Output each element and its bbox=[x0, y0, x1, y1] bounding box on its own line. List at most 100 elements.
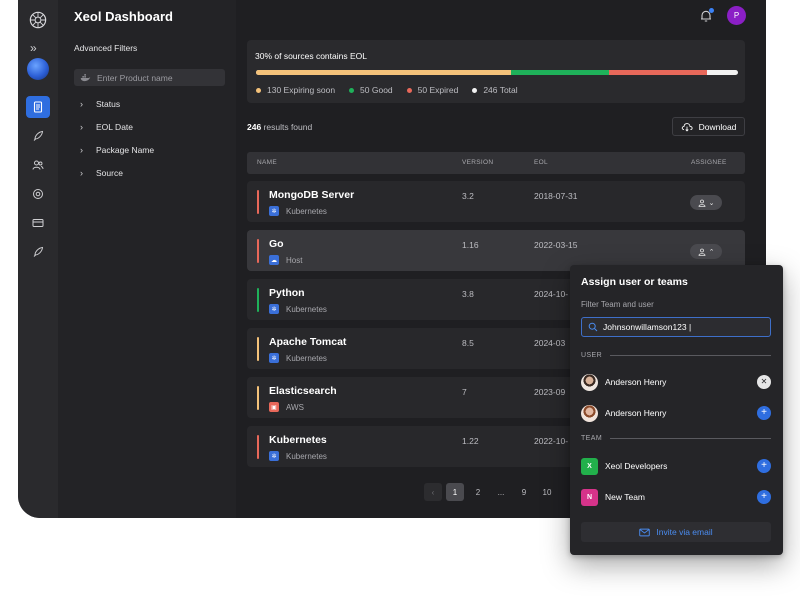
user-avatar bbox=[581, 404, 598, 422]
status-accent bbox=[257, 435, 259, 459]
eol-cell: 2022-03-15 bbox=[534, 240, 578, 250]
docker-icon bbox=[80, 73, 91, 81]
pagination-page-9[interactable]: 9 bbox=[515, 483, 533, 501]
nav-targets[interactable] bbox=[26, 183, 50, 205]
legend-dot bbox=[472, 87, 478, 93]
user-entry[interactable]: Anderson Henry + bbox=[581, 404, 771, 422]
status-accent bbox=[257, 386, 259, 410]
search-icon bbox=[588, 322, 598, 332]
platform-label: AWS bbox=[286, 402, 304, 412]
section-label: TEAM bbox=[581, 435, 603, 442]
eol-progress-bar bbox=[256, 70, 738, 75]
add-team-icon[interactable]: + bbox=[757, 459, 771, 473]
user-icon bbox=[698, 248, 705, 256]
column-header-eol: EOL bbox=[534, 159, 548, 166]
platform: ✲ Kubernetes bbox=[269, 353, 327, 363]
status-accent bbox=[257, 190, 259, 214]
pagination-page-2[interactable]: 2 bbox=[469, 483, 487, 501]
filter-label: Package Name bbox=[96, 145, 155, 155]
team-user-search-input[interactable]: Johnsonwillamson123 | bbox=[581, 317, 771, 337]
notifications-button[interactable] bbox=[699, 7, 714, 23]
download-button[interactable]: Download bbox=[672, 117, 745, 136]
add-team-icon[interactable]: + bbox=[757, 490, 771, 504]
user-name: Anderson Henry bbox=[605, 377, 667, 387]
summary-headline: 30% of sources contains EOL bbox=[255, 51, 367, 61]
pagination-page-1[interactable]: 1 bbox=[446, 483, 464, 501]
assign-button[interactable]: ⌃ bbox=[690, 244, 722, 259]
advanced-filters-heading: Advanced Filters bbox=[74, 43, 138, 53]
user-avatar bbox=[581, 373, 598, 391]
platform-label: Kubernetes bbox=[286, 206, 327, 216]
filter-eol-date[interactable]: › EOL Date bbox=[80, 122, 133, 132]
nav-deployments[interactable] bbox=[26, 125, 50, 147]
table-header: NAME VERSION EOL ASSIGNEE bbox=[247, 152, 745, 174]
package-name: Go bbox=[269, 238, 284, 250]
section-label: USER bbox=[581, 352, 603, 359]
kubernetes-icon: ✲ bbox=[269, 353, 279, 363]
team-entry[interactable]: N New Team + bbox=[581, 488, 771, 506]
filter-status[interactable]: › Status bbox=[80, 99, 120, 109]
cloud-download-icon bbox=[681, 122, 693, 131]
download-label: Download bbox=[698, 121, 737, 132]
kubernetes-icon: ✲ bbox=[269, 451, 279, 461]
rocket-icon bbox=[33, 246, 44, 257]
legend-expired: 50 Expired bbox=[406, 85, 458, 95]
assign-button[interactable]: ⌄ bbox=[690, 195, 722, 210]
legend-dot bbox=[349, 87, 355, 93]
legend-good: 50 Good bbox=[349, 85, 393, 95]
platform-label: Host bbox=[286, 255, 303, 265]
nav-users[interactable] bbox=[26, 154, 50, 176]
version-cell: 1.16 bbox=[462, 240, 479, 250]
chevron-down-icon: ⌄ bbox=[708, 199, 715, 207]
pagination-prev[interactable]: ‹ bbox=[424, 483, 442, 501]
results-suffix: results found bbox=[261, 122, 313, 132]
add-user-icon[interactable]: + bbox=[757, 406, 771, 420]
chevron-right-icon: › bbox=[80, 168, 83, 178]
platform: ✲ Kubernetes bbox=[269, 206, 327, 216]
package-name: MongoDB Server bbox=[269, 189, 355, 201]
version-cell: 3.2 bbox=[462, 191, 474, 201]
invite-label: Invite via email bbox=[656, 527, 713, 537]
package-name: Kubernetes bbox=[269, 434, 327, 446]
search-value: Johnsonwillamson123 | bbox=[603, 322, 692, 332]
version-cell: 3.8 bbox=[462, 289, 474, 299]
team-avatar: X bbox=[581, 457, 598, 475]
kubernetes-icon: ✲ bbox=[269, 304, 279, 314]
topbar-actions: P bbox=[699, 6, 746, 25]
user-section-header: USER bbox=[581, 352, 771, 359]
platform: ✲ Kubernetes bbox=[269, 451, 327, 461]
workspace-avatar[interactable] bbox=[27, 58, 49, 80]
document-icon bbox=[33, 101, 43, 113]
invite-via-email-button[interactable]: Invite via email bbox=[581, 522, 771, 542]
user-entry[interactable]: Anderson Henry ✕ bbox=[581, 373, 771, 391]
remove-user-icon[interactable]: ✕ bbox=[757, 375, 771, 389]
team-section-header: TEAM bbox=[581, 435, 771, 442]
eol-bar-segment bbox=[608, 70, 707, 75]
eol-bar-segment bbox=[510, 70, 609, 75]
nav-documents[interactable] bbox=[26, 96, 50, 118]
table-row[interactable]: MongoDB Server ✲ Kubernetes 3.2 2018-07-3… bbox=[247, 181, 745, 222]
filter-label: Filter Team and user bbox=[581, 300, 654, 309]
target-icon bbox=[33, 189, 43, 199]
platform: ▣ AWS bbox=[269, 402, 304, 412]
status-accent bbox=[257, 239, 259, 263]
package-name: Apache Tomcat bbox=[269, 336, 347, 348]
product-name-input[interactable]: Enter Product name bbox=[74, 69, 225, 86]
results-count: 246 results found bbox=[247, 122, 312, 132]
legend-label: 50 Good bbox=[360, 85, 393, 95]
platform-label: Kubernetes bbox=[286, 353, 327, 363]
nav-billing[interactable] bbox=[26, 212, 50, 234]
team-name: New Team bbox=[605, 492, 645, 502]
status-accent bbox=[257, 288, 259, 312]
nav-releases[interactable] bbox=[26, 241, 50, 263]
filter-source[interactable]: › Source bbox=[80, 168, 123, 178]
eol-cell: 2024-03 bbox=[534, 338, 566, 348]
column-header-version: VERSION bbox=[462, 159, 494, 166]
pagination-page-10[interactable]: 10 bbox=[537, 483, 557, 501]
double-chevron-right-icon[interactable]: » bbox=[30, 41, 37, 55]
user-avatar[interactable]: P bbox=[727, 6, 746, 25]
xeol-logo-icon bbox=[29, 11, 47, 29]
filter-package-name[interactable]: › Package Name bbox=[80, 145, 154, 155]
team-entry[interactable]: X Xeol Developers + bbox=[581, 457, 771, 475]
chevron-up-icon: ⌃ bbox=[708, 248, 715, 256]
